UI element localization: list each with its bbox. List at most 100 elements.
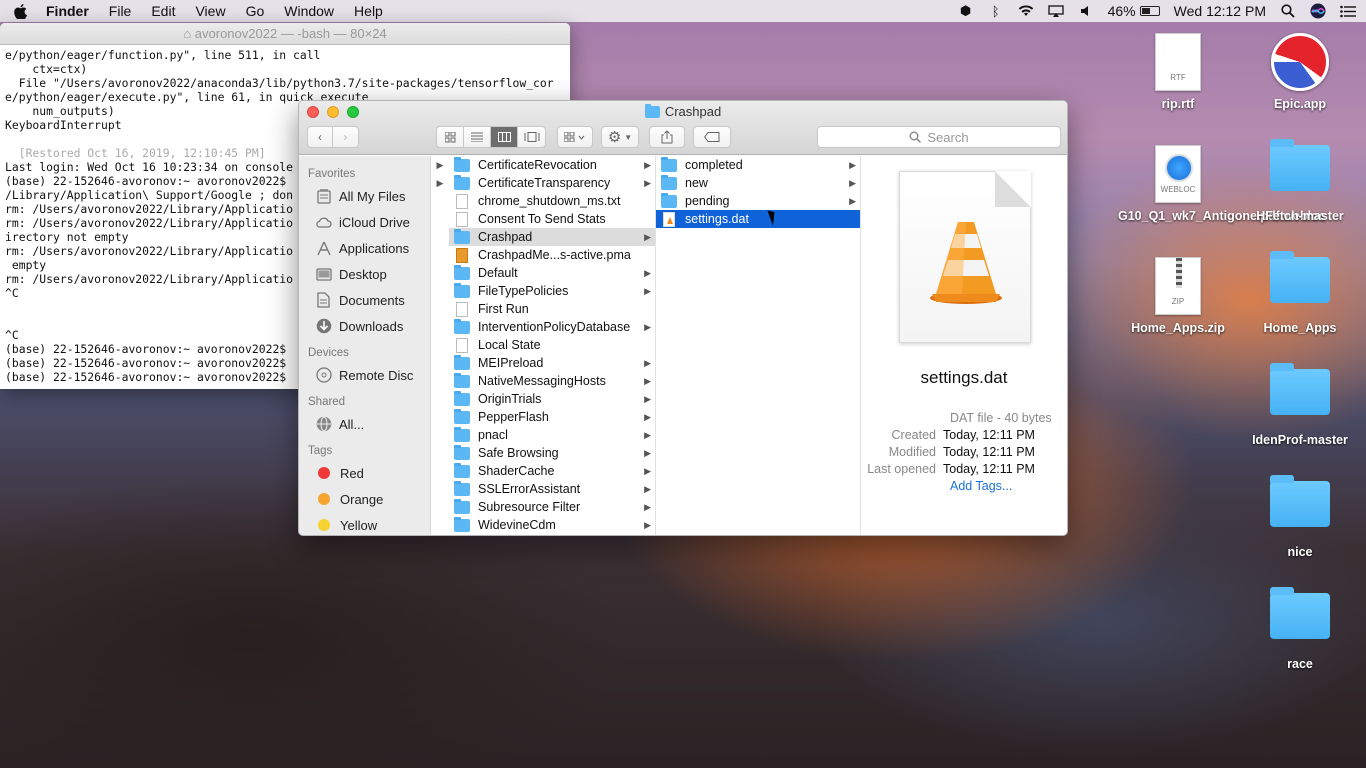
file-row[interactable]: settings.dat <box>656 210 860 228</box>
folder-icon <box>454 462 470 478</box>
item-name: settings.dat <box>685 212 749 226</box>
disclosure-arrow-icon[interactable]: ▶ <box>431 156 449 174</box>
item-name: CertificateTransparency <box>478 176 611 190</box>
siri-icon[interactable] <box>1310 3 1326 19</box>
terminal-titlebar[interactable]: ⌂ avoronov2022 — -bash — 80×24 <box>0 23 570 45</box>
file-info: DAT file - 40 bytes Created Today, 12:11 … <box>861 409 1067 494</box>
folder-row[interactable]: ShaderCache ▶ <box>449 462 655 480</box>
folder-row[interactable]: MEIPreload ▶ <box>449 354 655 372</box>
bluetooth-icon[interactable]: ᛒ <box>988 4 1004 19</box>
folder-row[interactable]: Safe Browsing ▶ <box>449 444 655 462</box>
desktop-icon-idenprof-master[interactable]: IdenProf-master <box>1240 363 1360 448</box>
battery-status[interactable]: 46% <box>1108 3 1160 19</box>
file-row[interactable]: chrome_shutdown_ms.txt <box>449 192 655 210</box>
volume-icon[interactable] <box>1078 4 1094 18</box>
column-view-button[interactable] <box>491 127 518 147</box>
desktop-icon-nice[interactable]: nice <box>1240 475 1360 560</box>
browser-column-2[interactable]: completed ▶ new ▶ pending ▶ settings.dat <box>656 156 861 535</box>
edit-tags-button[interactable] <box>693 126 731 148</box>
menu-view[interactable]: View <box>195 3 225 19</box>
finder-window[interactable]: Crashpad ‹ › ⚙ ▼ Search Favorites All My… <box>298 100 1068 536</box>
desktop-icon-rip-rtf[interactable]: RTF rip.rtf <box>1118 33 1238 112</box>
sidebar-item-label: All... <box>339 416 365 432</box>
desktop-icon-hfetch-master[interactable]: HFetch-master <box>1240 139 1360 224</box>
icon-view-button[interactable] <box>437 127 464 147</box>
disclosure-arrow-icon: ▶ <box>644 285 651 296</box>
disclosure-arrow-icon: ▶ <box>644 375 651 386</box>
add-tags-link[interactable]: Add Tags... <box>861 479 1012 493</box>
folder-row[interactable]: Crashpad ▶ <box>449 228 655 246</box>
folder-row[interactable]: new ▶ <box>656 174 860 192</box>
menu-app-name[interactable]: Finder <box>46 3 89 19</box>
file-row[interactable]: Local State <box>449 336 655 354</box>
desktop-icon-race[interactable]: race <box>1240 587 1360 672</box>
clock[interactable]: Wed 12:12 PM <box>1174 3 1266 19</box>
forward-button[interactable]: › <box>333 127 358 147</box>
folder-row[interactable]: FileTypePolicies ▶ <box>449 282 655 300</box>
disclosure-arrow-icon: ▶ <box>644 465 651 476</box>
folder-row[interactable]: InterventionPolicyDatabase ▶ <box>449 318 655 336</box>
folder-row[interactable]: NativeMessagingHosts ▶ <box>449 372 655 390</box>
disclosure-arrow-icon[interactable]: ▶ <box>431 174 449 192</box>
sidebar-item-label: Remote Disc <box>339 367 414 383</box>
disclosure-arrow-icon: ▶ <box>644 519 651 530</box>
notification-center-icon[interactable] <box>1340 4 1356 18</box>
gallery-view-button[interactable] <box>518 127 545 147</box>
arrange-button[interactable] <box>557 126 593 148</box>
folder-icon <box>454 372 470 388</box>
folder-row[interactable]: OriginTrials ▶ <box>449 390 655 408</box>
sidebar-tag-yellow[interactable]: Yellow <box>299 512 430 535</box>
airplay-icon[interactable] <box>1047 4 1064 18</box>
desktop-icon-home-apps[interactable]: Home_Apps <box>1240 251 1360 336</box>
sidebar-item-all-shared[interactable]: All... <box>299 411 430 437</box>
sidebar-item-desktop[interactable]: Desktop <box>299 261 430 287</box>
sidebar-item-documents[interactable]: Documents <box>299 287 430 313</box>
folder-row[interactable]: CertificateRevocation ▶ <box>449 156 655 174</box>
wifi-icon[interactable] <box>1018 4 1034 18</box>
menu-go[interactable]: Go <box>246 3 265 19</box>
file-row[interactable]: First Run <box>449 300 655 318</box>
folder-row[interactable]: pending ▶ <box>656 192 860 210</box>
folder-row[interactable]: PepperFlash ▶ <box>449 408 655 426</box>
folder-row[interactable]: CertificateTransparency ▶ <box>449 174 655 192</box>
spotlight-search-icon[interactable] <box>1280 4 1296 18</box>
box-icon[interactable]: ⬢ <box>958 3 974 18</box>
sidebar-item-downloads[interactable]: Downloads <box>299 313 430 339</box>
vlc-file-icon <box>663 211 675 227</box>
back-button[interactable]: ‹ <box>308 127 334 147</box>
folder-row[interactable]: pnacl ▶ <box>449 426 655 444</box>
file-preview-thumbnail[interactable] <box>899 171 1031 343</box>
apple-icon[interactable] <box>14 3 28 19</box>
desktop-icon-epic-app[interactable]: Epic.app <box>1240 33 1360 112</box>
sidebar-item-remote-disc[interactable]: Remote Disc <box>299 362 430 388</box>
file-row[interactable]: Consent To Send Stats <box>449 210 655 228</box>
zip-file-icon: ZIP <box>1155 257 1201 315</box>
folder-row[interactable]: Subresource Filter ▶ <box>449 498 655 516</box>
sidebar-item-applications[interactable]: Applications <box>299 235 430 261</box>
disclosure-arrow-icon: ▶ <box>644 159 651 170</box>
finder-titlebar[interactable]: Crashpad ‹ › ⚙ ▼ Search <box>299 101 1067 155</box>
menu-edit[interactable]: Edit <box>151 3 175 19</box>
browser-column-1[interactable]: CertificateRevocation ▶ CertificateTranspa… <box>449 156 656 535</box>
sidebar-tag-red[interactable]: Red <box>299 460 430 486</box>
menu-window[interactable]: Window <box>284 3 334 19</box>
folder-row[interactable]: SSLErrorAssistant ▶ <box>449 480 655 498</box>
terminal-line: /Library/Application\ Support/Google ; d… <box>5 188 294 202</box>
folder-row[interactable]: WidevineCdm ▶ <box>449 516 655 534</box>
search-field[interactable]: Search <box>817 126 1061 148</box>
sidebar-item-all-my-files[interactable]: All My Files <box>299 183 430 209</box>
desktop-icon-home-apps-zip[interactable]: ZIP Home_Apps.zip <box>1118 257 1238 336</box>
share-button[interactable] <box>649 126 685 148</box>
desktop-icon-label: Home_Apps <box>1263 321 1337 335</box>
desktop-icon-webloc[interactable]: WEBLOC G10_Q1_wk7_Antigone.pdf.webloc <box>1118 145 1326 224</box>
menu-file[interactable]: File <box>109 3 132 19</box>
sidebar-item-icloud-drive[interactable]: iCloud Drive <box>299 209 430 235</box>
menu-help[interactable]: Help <box>354 3 383 19</box>
item-name: completed <box>685 158 743 172</box>
list-view-button[interactable] <box>464 127 491 147</box>
file-row[interactable]: CrashpadMe...s-active.pma <box>449 246 655 264</box>
folder-row[interactable]: Default ▶ <box>449 264 655 282</box>
sidebar-tag-orange[interactable]: Orange <box>299 486 430 512</box>
action-gear-button[interactable]: ⚙ ▼ <box>601 126 639 148</box>
folder-row[interactable]: completed ▶ <box>656 156 860 174</box>
